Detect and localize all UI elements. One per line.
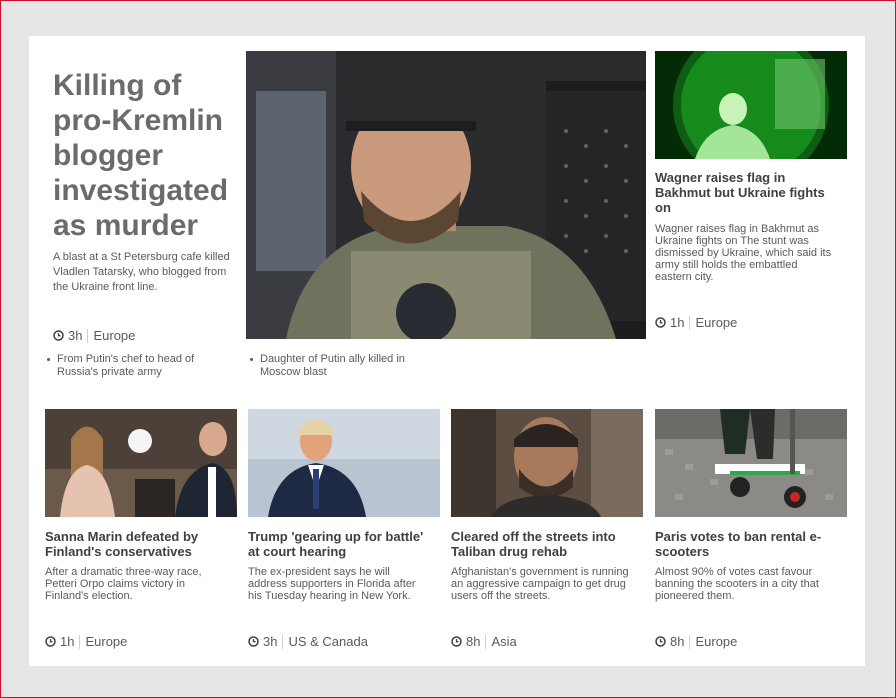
side-story-section-link[interactable]: Europe: [695, 315, 737, 330]
meta-divider: [79, 634, 81, 649]
meta-divider: [689, 634, 691, 649]
main-meta: 3h Europe: [53, 328, 135, 343]
side-story-image[interactable]: [655, 51, 847, 159]
related-link[interactable]: Daughter of Putin ally killed in Moscow …: [248, 353, 418, 379]
story-meta: 8h Asia: [451, 634, 517, 649]
story-meta: 8h Europe: [655, 634, 737, 649]
main-story-image[interactable]: [246, 51, 646, 339]
main-time: 3h: [68, 328, 83, 343]
meta-divider: [282, 634, 284, 649]
related-link[interactable]: From Putin's chef to head of Russia's pr…: [45, 353, 215, 379]
story-title[interactable]: Paris votes to ban rental e-scooters: [655, 529, 835, 559]
story-summary: Almost 90% of votes cast favour banning …: [655, 566, 819, 602]
story-image-scooter[interactable]: [655, 409, 847, 517]
story-summary: Afghanistan's government is running an a…: [451, 566, 629, 602]
story-section-link[interactable]: Europe: [695, 634, 737, 649]
clock-icon: [248, 636, 259, 647]
main-summary: A blast at a St Petersburg cafe killed V…: [53, 251, 230, 293]
story-time: 1h: [60, 634, 75, 649]
story-image-rehab[interactable]: [451, 409, 643, 517]
clock-icon: [53, 330, 64, 341]
story-title[interactable]: Trump 'gearing up for battle' at court h…: [248, 529, 428, 559]
story-meta: 1h Europe: [45, 634, 127, 649]
side-story-summary: Wagner raises flag in Bakhmut as Ukraine…: [655, 223, 832, 283]
story-time: 3h: [263, 634, 278, 649]
meta-divider: [87, 328, 89, 343]
story-title[interactable]: Sanna Marin defeated by Finland's conser…: [45, 529, 225, 559]
story-summary: The ex-president says he will address su…: [248, 566, 416, 602]
story-title[interactable]: Cleared off the streets into Taliban dru…: [451, 529, 636, 559]
clock-icon: [451, 636, 462, 647]
story-image-marin[interactable]: [45, 409, 237, 517]
side-story-title[interactable]: Wagner raises flag in Bakhmut but Ukrain…: [655, 170, 835, 215]
related-list-2: Daughter of Putin ally killed in Moscow …: [248, 353, 418, 379]
story-summary: After a dramatic three-way race, Petteri…: [45, 566, 202, 602]
side-story-meta: 1h Europe: [655, 315, 737, 330]
clock-icon: [655, 636, 666, 647]
story-section-link[interactable]: Asia: [491, 634, 516, 649]
story-time: 8h: [670, 634, 685, 649]
story-section-link[interactable]: Europe: [85, 634, 127, 649]
main-headline[interactable]: Killing of pro-Kremlin blogger investiga…: [53, 68, 238, 243]
story-section-link[interactable]: US & Canada: [288, 634, 368, 649]
story-meta: 3h US & Canada: [248, 634, 368, 649]
related-list-1: From Putin's chef to head of Russia's pr…: [45, 353, 215, 379]
meta-divider: [689, 315, 691, 330]
main-section-link[interactable]: Europe: [93, 328, 135, 343]
clock-icon: [655, 317, 666, 328]
clock-icon: [45, 636, 56, 647]
story-image-trump[interactable]: [248, 409, 440, 517]
meta-divider: [485, 634, 487, 649]
story-time: 8h: [466, 634, 481, 649]
side-story-time: 1h: [670, 315, 685, 330]
